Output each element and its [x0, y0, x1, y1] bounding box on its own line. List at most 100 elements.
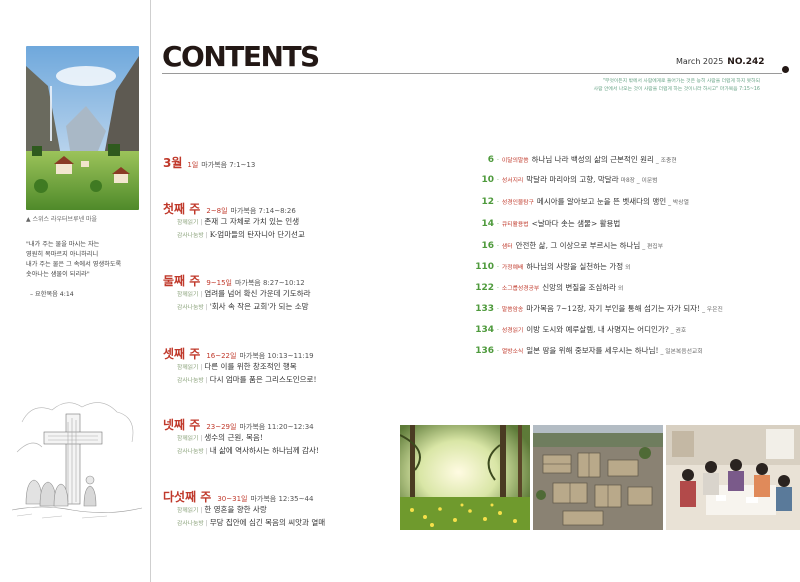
spring-field-photo — [400, 425, 530, 530]
column-divider — [150, 0, 151, 582]
article-entry[interactable]: 14 · 큐티활용법 <날마다 솟는 샘물> 활용법 — [466, 214, 622, 229]
week-section: 첫째 주 2~8일 마가복음 7:14~8:26 함께읽기 | 존재 그 자체로 가치 … — [163, 198, 305, 239]
article-title: 메시아를 알아보고 눈을 뜬 벳새다의 맹인 — [536, 197, 667, 206]
article-page: 12 — [481, 197, 494, 207]
quote-line: "내가 주는 물을 마시는 자는 — [26, 241, 100, 248]
article-title: 이방 도시와 예루살렘, 내 사명지는 어디인가? — [526, 325, 669, 334]
article-category: 큐티활용법 — [501, 222, 529, 228]
article-page: 136 — [475, 346, 494, 356]
week-item[interactable]: 감사나눔방 | '회사 속 작은 교회'가 되는 소망 — [177, 297, 311, 311]
article-category: 성경인물탐구 — [501, 200, 534, 206]
week-heading: 셋째 주 16~22일 마가복음 10:13~11:19 — [163, 343, 316, 361]
article-entry[interactable]: 6 · 이달의말씀 하나님 나라 백성의 삶의 근본적인 원리 _ 조충현 — [466, 150, 677, 165]
issue-number: NO.242 — [727, 57, 765, 67]
week-heading: 다섯째 주 30~31일 마가복음 12:35~44 — [163, 486, 325, 504]
week-section: 넷째 주 23~29일 마가복음 11:20~12:34 함께읽기 | 생수의 근원, … — [163, 414, 319, 455]
article-title: 안전한 삶, 그 이상으로 부르시는 하나님 — [515, 241, 641, 250]
article-author: 마8장 _ 이문범 — [620, 178, 658, 184]
article-entry[interactable]: 10 · 성서지리 막달라 마리아의 고향, 막달라 마8장 _ 이문범 — [466, 170, 658, 185]
article-category: 열방소식 — [501, 349, 524, 355]
article-page: 122 — [475, 283, 494, 293]
article-entry[interactable]: 134 · 성경읽기 이방 도시와 예루살렘, 내 사명지는 어디인가? _ 권호 — [466, 320, 687, 335]
article-page: 110 — [475, 262, 494, 272]
article-category: 소그룹성경공부 — [501, 286, 540, 292]
article-entry[interactable]: 110 · 가정예배 하나님의 사랑을 실천하는 가정 외 — [466, 257, 631, 272]
month-label: 3월 — [163, 156, 183, 170]
article-author: _ 권호 — [670, 328, 687, 334]
article-author: _ 일본복음선교회 — [660, 349, 703, 355]
article-page: 134 — [475, 325, 494, 335]
item-tag: 감사나눔방 — [177, 378, 204, 384]
title-rule — [162, 73, 782, 74]
article-entry[interactable]: 136 · 열방소식 일본 땅을 위해 중보자를 세우시는 하나님! _ 일본복음선교회 — [466, 341, 703, 356]
week-item[interactable]: 함께읽기 | 존재 그 자체로 가치 있는 인생 — [177, 212, 305, 226]
article-author: _ 조충현 — [655, 158, 677, 164]
article-title: 신앙의 변질을 조심하라 — [542, 283, 617, 292]
item-tag: 감사나눔방 — [177, 305, 204, 311]
article-entry[interactable]: 12 · 성경인물탐구 메시아를 알아보고 눈을 뜬 벳새다의 맹인 _ 박상열 — [466, 192, 689, 207]
article-entry[interactable]: 133 · 말씀암송 마가복음 7~12장, 자기 부인을 통해 섬기는 자가 되자!… — [466, 299, 723, 314]
issue-bullet-icon — [782, 66, 789, 73]
article-entry[interactable]: 122 · 소그룹성경공부 신앙의 변질을 조심하라 외 — [466, 278, 624, 293]
archaeological-site-photo — [533, 425, 663, 530]
article-category: 말씀암송 — [501, 307, 524, 313]
week-section: 둘째 주 9~15일 마가복음 8:27~10:12 함께읽기 | 염려를 넘어 확신 … — [163, 270, 311, 311]
article-category: 가정예배 — [501, 265, 524, 271]
article-title: 일본 땅을 위해 중보자를 세우시는 하나님! — [526, 346, 659, 355]
article-entry[interactable]: 16 · 샘터 안전한 삶, 그 이상으로 부르시는 하나님 _ 편집부 — [466, 236, 664, 251]
article-author: _ 우은진 — [702, 307, 723, 313]
scripture-quote: "내가 주는 물을 마시는 자는 영원히 목마르지 아니하리니 내가 주는 물은… — [26, 240, 148, 280]
week-heading: 넷째 주 23~29일 마가복음 11:20~12:34 — [163, 414, 319, 432]
item-title: '회사 속 작은 교회'가 되는 소망 — [209, 302, 309, 311]
epigraph-line: 사람 안에서 나오는 것이 사람을 더럽게 하는 것이니라 하시고" 마가복음 … — [593, 87, 760, 92]
week-item[interactable]: 감사나눔방 | 내 삶에 역사하시는 하나님께 감사! — [177, 441, 319, 455]
cross-sketch-illustration — [11, 392, 143, 524]
week-item[interactable]: 감사나눔방 | 다시 엄마를 품은 그리스도인으로! — [177, 370, 317, 384]
quote-line: 영원히 목마르지 아니하리니 — [26, 251, 99, 258]
quote-source: – 요한복음 4:14 — [30, 291, 74, 298]
article-category: 샘터 — [501, 244, 513, 250]
month-heading: 3월 1일 마가복음 7:1~13 — [163, 152, 255, 171]
article-category: 성경읽기 — [501, 328, 524, 334]
quote-line: 내가 주는 물은 그 속에서 영생하도록 — [26, 261, 122, 268]
group-meeting-photo — [666, 425, 800, 530]
issue-date: March 2025 — [676, 57, 724, 66]
week-item[interactable]: 함께읽기 | 다른 이를 위한 창조적인 행복 — [177, 357, 316, 371]
item-tag: 감사나눔방 — [177, 521, 204, 527]
epigraph-line: "무엇이든지 밖에서 사람에게로 들어가는 것은 능히 사람을 더럽게 하지 못… — [602, 79, 760, 84]
month-ref: 마가복음 7:1~13 — [201, 161, 256, 169]
week-item[interactable]: 함께읽기 | 염려를 넘어 확신 가운데 기도하라 — [177, 284, 311, 298]
article-page: 16 — [481, 241, 494, 251]
article-category: 성서지리 — [501, 178, 524, 184]
article-author: 외 — [618, 286, 624, 292]
article-author: 외 — [625, 265, 631, 271]
left-sidebar: ▲ 스위스 라우터브루넨 마을 "내가 주는 물을 마시는 자는 영원히 목마르… — [0, 0, 150, 582]
article-author: _ 박상열 — [668, 200, 689, 206]
photo-caption: ▲ 스위스 라우터브루넨 마을 — [26, 216, 98, 223]
article-title: 막달라 마리아의 고향, 막달라 — [526, 175, 619, 184]
item-title: 다시 엄마를 품은 그리스도인으로! — [209, 375, 317, 384]
week-item[interactable]: 감사나눔방 | 무당 집안에 심긴 복음의 씨앗과 열매 — [177, 513, 326, 527]
article-title: <날마다 솟는 샘물> 활용법 — [531, 219, 621, 228]
article-page: 10 — [481, 175, 494, 185]
week-heading: 둘째 주 9~15일 마가복음 8:27~10:12 — [163, 270, 311, 288]
page-title: CONTENTS — [162, 40, 320, 73]
month-day: 1일 — [187, 161, 199, 169]
article-page: 6 — [487, 155, 494, 165]
lauterbrunnen-photo — [26, 46, 139, 210]
item-title: 내 삶에 역사하시는 하나님께 감사! — [209, 446, 319, 455]
issue-info: March 2025 NO.242 — [676, 57, 765, 67]
week-item[interactable]: 감사나눔방 | K-엄마들의 탄자니아 단기선교 — [177, 225, 305, 239]
article-author: _ 편집부 — [642, 244, 664, 250]
item-title: K-엄마들의 탄자니아 단기선교 — [209, 230, 305, 239]
article-category: 이달의말씀 — [501, 158, 529, 164]
week-heading: 첫째 주 2~8일 마가복음 7:14~8:26 — [163, 198, 305, 216]
item-title: 무당 집안에 심긴 복음의 씨앗과 열매 — [209, 518, 326, 527]
week-section: 다섯째 주 30~31일 마가복음 12:35~44 함께읽기 | 한 영혼을 향한 사… — [163, 486, 326, 527]
article-title: 하나님의 사랑을 실천하는 가정 — [526, 262, 624, 271]
item-tag: 감사나눔방 — [177, 449, 204, 455]
article-title: 하나님 나라 백성의 삶의 근본적인 원리 — [531, 155, 654, 164]
item-tag: 감사나눔방 — [177, 233, 204, 239]
article-page: 133 — [475, 304, 494, 314]
quote-line: 솟아나는 샘물이 되리라" — [26, 271, 90, 278]
